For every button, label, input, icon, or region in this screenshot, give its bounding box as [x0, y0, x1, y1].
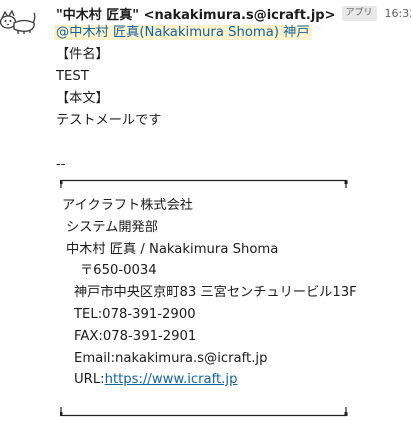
signature-url-label: URL: — [74, 372, 105, 388]
signature-separator: -- — [56, 157, 66, 172]
message-header: "中木村 匠真" <nakakimura.s@icraft.jp> アプリ 16… — [56, 3, 411, 23]
sender-name[interactable]: "中木村 匠真" <nakakimura.s@icraft.jp> — [56, 4, 336, 23]
cat-avatar-icon[interactable] — [0, 4, 36, 40]
signature-address: 神戸市中央区京町83 三宮センチュリービル13F — [74, 285, 357, 301]
signature-name: 中木村 匠真 / Nakakimura Shoma — [66, 241, 279, 257]
app-badge: アプリ — [341, 5, 377, 21]
body-heading: 【本文】 — [56, 91, 109, 106]
signature-block: アイクラフト株式会社 システム開発部 中木村 匠真 / Nakakimura S… — [62, 195, 357, 391]
message: "中木村 匠真" <nakakimura.s@icraft.jp> アプリ 16… — [0, 0, 411, 423]
signature-fax: FAX:078-391-2901 — [74, 328, 197, 344]
message-body: @中木村 匠真(Nakakimura Shoma) 神戸 【件名】 TEST 【… — [54, 22, 312, 176]
subject-heading: 【件名】 — [56, 47, 109, 62]
signature-email: Email:nakakimura.s@icraft.jp — [74, 350, 268, 366]
body-text: テストメールです — [56, 113, 162, 128]
timestamp[interactable]: 16:32 — [385, 7, 411, 20]
signature-url-row: URL:https://www.icraft.jp — [62, 369, 357, 391]
signature-tel: TEL:078-391-2900 — [74, 306, 196, 322]
user-mention[interactable]: @中木村 匠真(Nakakimura Shoma) 神戸 — [54, 25, 312, 40]
subject-text: TEST — [56, 69, 89, 84]
frame-bottom-corners-icon — [59, 402, 348, 417]
signature-department: システム開発部 — [66, 219, 158, 235]
signature-url-link[interactable]: https://www.icraft.jp — [105, 372, 238, 387]
signature-postal: 〒650-0034 — [80, 263, 157, 279]
frame-top-corners-icon — [59, 174, 348, 188]
signature-company: アイクラフト株式会社 — [62, 198, 193, 213]
